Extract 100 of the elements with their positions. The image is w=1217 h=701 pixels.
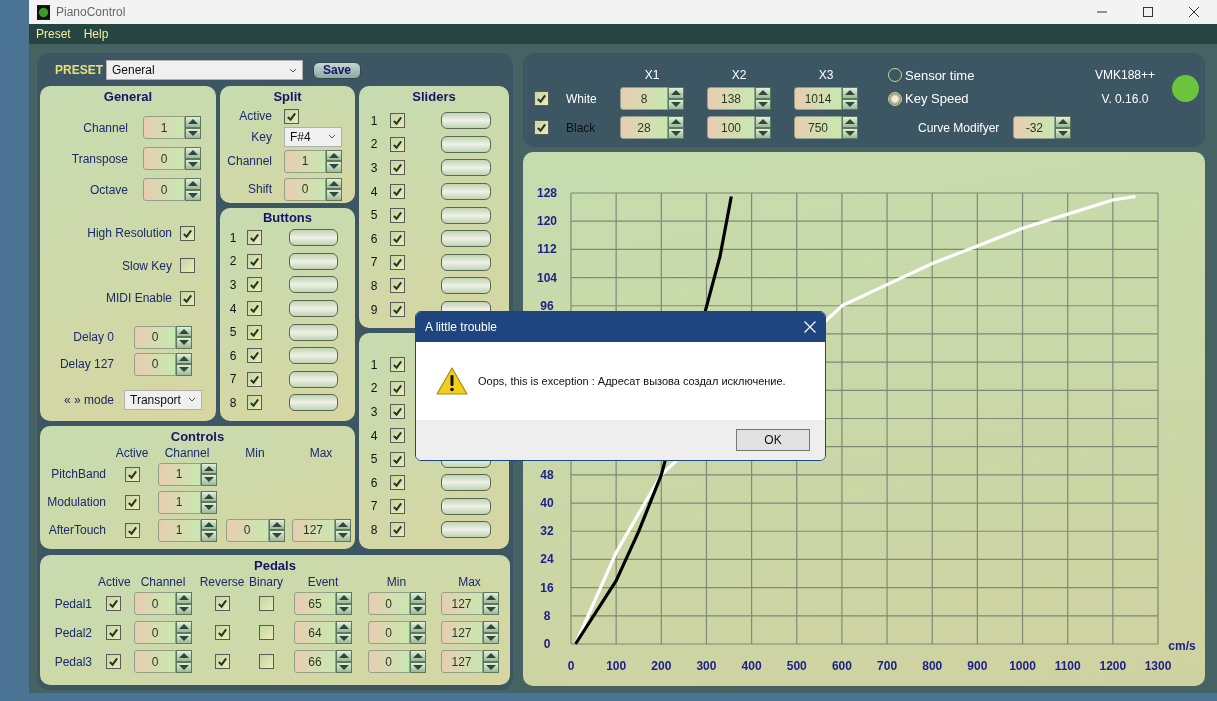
empty-button[interactable] — [441, 474, 491, 492]
number-field[interactable]: 28 — [620, 116, 668, 139]
number-field[interactable]: 0 — [134, 592, 176, 615]
checkbox[interactable] — [390, 231, 405, 247]
checkbox[interactable] — [124, 494, 140, 510]
empty-button[interactable] — [289, 276, 338, 294]
empty-button[interactable] — [441, 206, 491, 224]
checkbox[interactable] — [180, 258, 195, 274]
checkbox[interactable] — [390, 428, 405, 444]
checkbox[interactable] — [214, 625, 230, 640]
checkbox[interactable] — [258, 625, 274, 640]
checkbox[interactable] — [390, 522, 405, 538]
number-field[interactable]: 1014 — [794, 87, 842, 110]
checkbox[interactable] — [247, 371, 262, 387]
checkbox[interactable] — [258, 596, 274, 611]
menu-item[interactable]: Help — [83, 27, 109, 41]
checkbox[interactable] — [390, 113, 405, 129]
empty-button[interactable] — [441, 277, 491, 295]
spin-up-button[interactable] — [482, 621, 499, 633]
spin-up-button[interactable] — [755, 87, 771, 99]
number-field[interactable]: 0 — [143, 178, 185, 201]
checkbox[interactable] — [534, 91, 549, 106]
number-field[interactable]: 0 — [284, 177, 326, 201]
radio-button[interactable]: Sensor time — [888, 67, 975, 83]
checkbox[interactable] — [247, 230, 262, 246]
number-field[interactable]: 750 — [794, 116, 842, 139]
checkbox[interactable] — [390, 380, 405, 396]
number-field[interactable]: 0 — [367, 592, 410, 615]
spin-up-button[interactable] — [482, 592, 499, 604]
spin-down-button[interactable] — [326, 161, 342, 173]
spin-up-button[interactable] — [668, 87, 684, 99]
number-field[interactable]: 0 — [367, 621, 410, 644]
spin-up-button[interactable] — [1055, 116, 1072, 128]
empty-button[interactable] — [289, 252, 338, 270]
number-field[interactable]: 1 — [284, 149, 326, 173]
checkbox[interactable] — [124, 522, 140, 538]
spin-down-button[interactable] — [200, 474, 217, 486]
spin-down-button[interactable] — [176, 364, 192, 376]
number-field[interactable]: 0 — [367, 650, 410, 673]
number-field[interactable]: 0 — [134, 650, 176, 673]
number-field[interactable]: -32 — [1013, 116, 1056, 139]
empty-button[interactable] — [289, 370, 338, 388]
checkbox[interactable] — [390, 160, 405, 176]
spin-up-button[interactable] — [336, 650, 352, 662]
spin-up-button[interactable] — [668, 116, 684, 128]
number-field[interactable]: 127 — [291, 518, 335, 542]
spin-up-button[interactable] — [185, 116, 201, 128]
number-field[interactable]: 127 — [440, 621, 483, 644]
spin-up-button[interactable] — [842, 116, 858, 128]
spin-up-button[interactable] — [482, 650, 499, 662]
spin-down-button[interactable] — [268, 530, 285, 542]
spin-up-button[interactable] — [185, 147, 201, 159]
empty-button[interactable] — [289, 229, 338, 247]
checkbox[interactable] — [534, 120, 549, 135]
empty-button[interactable] — [441, 112, 491, 130]
checkbox[interactable] — [284, 108, 299, 124]
spin-up-button[interactable] — [176, 650, 192, 662]
spin-up-button[interactable] — [176, 592, 192, 604]
spin-down-button[interactable] — [200, 530, 217, 542]
empty-button[interactable] — [441, 135, 491, 153]
checkbox[interactable] — [390, 475, 405, 491]
checkbox[interactable] — [247, 301, 262, 317]
spin-down-button[interactable] — [326, 189, 342, 201]
number-field[interactable]: 138 — [707, 87, 755, 110]
checkbox[interactable] — [180, 290, 195, 306]
number-field[interactable]: 127 — [440, 650, 483, 673]
spin-up-button[interactable] — [326, 177, 342, 189]
empty-button[interactable] — [441, 230, 491, 248]
spin-up-button[interactable] — [176, 352, 192, 364]
number-field[interactable]: 0 — [134, 352, 176, 376]
number-field[interactable]: 1 — [143, 116, 185, 139]
empty-button[interactable] — [441, 183, 491, 201]
spin-up-button[interactable] — [755, 116, 771, 128]
checkbox[interactable] — [390, 404, 405, 420]
empty-button[interactable] — [441, 253, 491, 271]
empty-button[interactable] — [441, 159, 491, 177]
number-field[interactable]: 64 — [294, 621, 336, 644]
checkbox[interactable] — [390, 278, 405, 294]
number-field[interactable]: 65 — [294, 592, 336, 615]
checkbox[interactable] — [105, 625, 121, 640]
number-field[interactable]: 1 — [157, 462, 201, 486]
radio-button[interactable]: Key Speed — [888, 91, 969, 106]
spin-up-button[interactable] — [409, 650, 426, 662]
checkbox[interactable] — [390, 184, 405, 200]
number-field[interactable]: 0 — [225, 518, 269, 542]
preset-dropdown[interactable]: General — [106, 60, 303, 80]
menu-item[interactable]: Preset — [36, 27, 71, 41]
spin-up-button[interactable] — [185, 178, 201, 190]
spin-up-button[interactable] — [176, 325, 192, 337]
checkbox[interactable] — [105, 654, 121, 669]
ok-button[interactable]: OK — [736, 429, 810, 451]
checkbox[interactable] — [390, 136, 405, 152]
empty-button[interactable] — [441, 497, 491, 515]
empty-button[interactable] — [289, 347, 338, 365]
number-field[interactable]: 0 — [134, 325, 176, 349]
spin-up-button[interactable] — [409, 592, 426, 604]
checkbox[interactable] — [214, 596, 230, 611]
empty-button[interactable] — [289, 394, 338, 412]
number-field[interactable]: 8 — [620, 87, 668, 110]
spin-up-button[interactable] — [842, 87, 858, 99]
